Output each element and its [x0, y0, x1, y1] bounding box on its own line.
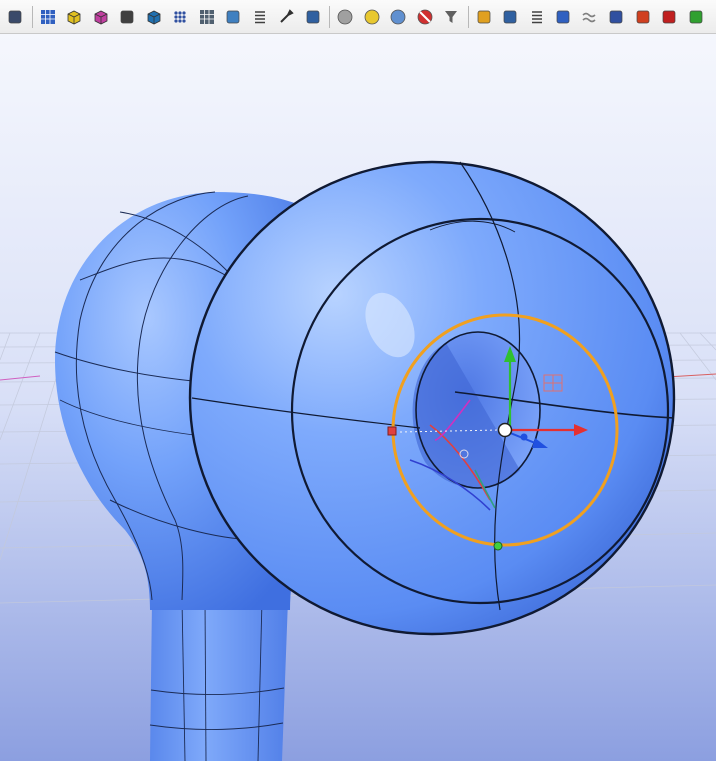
- filter-button[interactable]: [440, 6, 462, 28]
- wave-button[interactable]: [579, 6, 601, 28]
- surface-analysis-icon: [501, 8, 519, 26]
- curve-point-red[interactable]: [387, 426, 397, 436]
- point-cloud-icon: [171, 8, 189, 26]
- sphere-yellow-button[interactable]: [361, 6, 383, 28]
- main-toolbar: [0, 0, 716, 34]
- sphere-yellow-icon: [363, 8, 381, 26]
- cube-view-button[interactable]: [143, 6, 165, 28]
- box-solid-button[interactable]: [63, 6, 85, 28]
- sphere-gray-button[interactable]: [334, 6, 356, 28]
- modeling-mode-button[interactable]: [4, 6, 26, 28]
- sphere-gray-icon: [336, 8, 354, 26]
- 3d-viewport[interactable]: [0, 34, 716, 761]
- extrude-button[interactable]: [222, 6, 244, 28]
- grid-surface-icon: [39, 8, 57, 26]
- scene-canvas[interactable]: [0, 34, 716, 761]
- group-objects-icon: [304, 8, 322, 26]
- material-book-button[interactable]: [552, 6, 574, 28]
- point-cloud-button[interactable]: [169, 6, 191, 28]
- paint-icon: [634, 8, 652, 26]
- grid-surface-button[interactable]: [37, 6, 59, 28]
- sphere-blue-icon: [389, 8, 407, 26]
- wireframe-box-icon: [92, 8, 110, 26]
- layers-stack-icon: [528, 8, 546, 26]
- group-objects-button[interactable]: [302, 6, 324, 28]
- sphere-forbidden-button[interactable]: [414, 6, 436, 28]
- symmetry-icon: [607, 8, 625, 26]
- extrude-icon: [224, 8, 242, 26]
- layer-list-icon: [251, 8, 269, 26]
- cube-view-icon: [145, 8, 163, 26]
- tools-icon: [277, 8, 295, 26]
- toolbar-separator: [31, 5, 33, 28]
- toolbar-separator: [329, 5, 330, 28]
- manipulator-button[interactable]: [658, 6, 680, 28]
- pivot-handle[interactable]: [497, 422, 513, 438]
- paint-button[interactable]: [632, 6, 654, 28]
- layer-list-button[interactable]: [249, 6, 271, 28]
- chart-icon: [687, 8, 705, 26]
- sphere-forbidden-icon: [416, 8, 434, 26]
- toolbar-separator: [467, 5, 469, 28]
- filter-icon: [442, 8, 460, 26]
- manipulator-icon: [660, 8, 678, 26]
- box-solid-icon: [65, 8, 83, 26]
- wireframe-box-button[interactable]: [90, 6, 112, 28]
- material-book-icon: [554, 8, 572, 26]
- dimension-icon: [118, 8, 136, 26]
- sphere-blue-button[interactable]: [387, 6, 409, 28]
- modeling-mode-icon: [6, 8, 24, 26]
- puzzle-icon: [475, 8, 493, 26]
- wave-icon: [581, 8, 599, 26]
- dimension-button[interactable]: [116, 6, 138, 28]
- chart-button[interactable]: [685, 6, 707, 28]
- symmetry-button[interactable]: [605, 6, 627, 28]
- puzzle-button[interactable]: [473, 6, 495, 28]
- mesh-icon: [198, 8, 216, 26]
- torus-surface: [188, 160, 676, 636]
- tools-button[interactable]: [275, 6, 297, 28]
- curve-point-green[interactable]: [493, 541, 503, 551]
- layers-stack-button[interactable]: [526, 6, 548, 28]
- surface-analysis-button[interactable]: [499, 6, 521, 28]
- mesh-button[interactable]: [196, 6, 218, 28]
